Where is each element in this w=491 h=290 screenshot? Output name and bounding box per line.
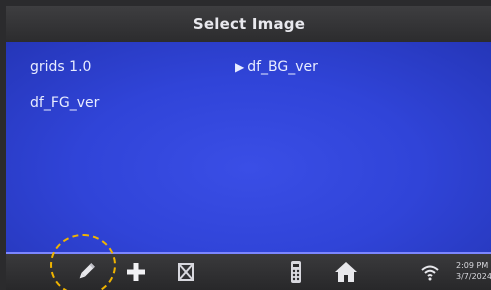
delete-button[interactable] [172, 258, 200, 286]
image-item-label: df_FG_ver [30, 95, 100, 111]
image-item-label: grids 1.0 [30, 59, 92, 75]
plus-icon [127, 263, 145, 281]
window-title: Select Image [192, 15, 306, 33]
clock: 2:09 PM 3/7/2024 [456, 260, 491, 282]
add-button[interactable] [122, 258, 150, 286]
edit-button[interactable] [72, 258, 100, 286]
delete-icon [178, 263, 194, 281]
image-list: grids 1.0 ▶ df_BG_ver df_FG_ver [6, 42, 491, 254]
wifi-icon [421, 265, 439, 281]
remote-control-icon [291, 261, 301, 283]
device-frame: Select Image grids 1.0 ▶ df_BG_ver df_FG_… [0, 0, 491, 290]
image-item-df-fg-ver[interactable]: df_FG_ver [30, 95, 99, 111]
selected-arrow-icon: ▶ [235, 60, 245, 74]
home-button[interactable] [332, 258, 360, 286]
wifi-status [416, 258, 444, 286]
clock-time: 2:09 PM [456, 261, 489, 270]
remote-button[interactable] [282, 258, 310, 286]
bottom-toolbar: 2:09 PM 3/7/2024 [6, 254, 491, 290]
image-item-grids[interactable]: grids 1.0 [30, 59, 91, 75]
image-item-df-bg-ver[interactable]: ▶ df_BG_ver [235, 59, 318, 75]
screen: Select Image grids 1.0 ▶ df_BG_ver df_FG_… [6, 6, 491, 290]
image-item-label: df_BG_ver [247, 59, 318, 75]
home-icon [335, 262, 357, 282]
title-bar: Select Image [6, 6, 491, 42]
pencil-icon [79, 263, 95, 279]
clock-date: 3/7/2024 [456, 272, 491, 281]
